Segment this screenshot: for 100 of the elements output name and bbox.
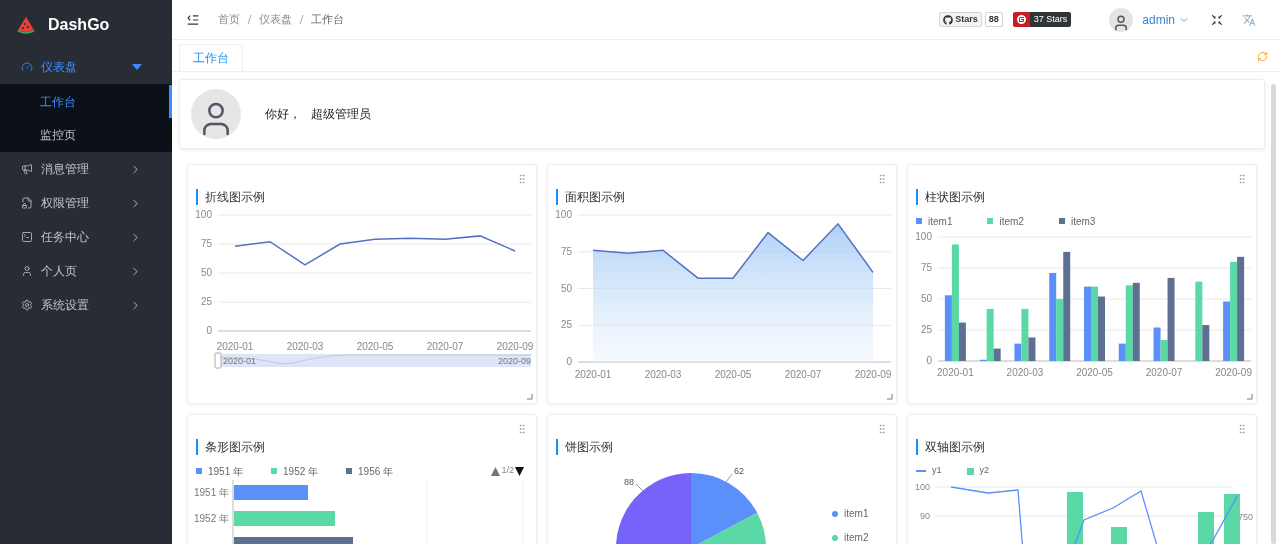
axis-label: 2020-09	[496, 341, 534, 352]
caret-icon	[132, 64, 142, 70]
axis-label: 2020-05	[714, 369, 752, 380]
axis-label: 2020-01	[216, 341, 254, 352]
legend-pager: 1/2	[501, 464, 514, 478]
card-title: 柱状图示例	[916, 189, 1256, 205]
drag-handle-icon[interactable]	[1236, 423, 1248, 435]
sidebar-menu-item[interactable]: 权限管理	[0, 186, 172, 220]
drag-handle-icon[interactable]	[1236, 173, 1248, 185]
bar	[1111, 527, 1127, 544]
page-up-icon[interactable]	[491, 466, 501, 476]
axis-label: 2020-01	[937, 367, 974, 378]
legend-label: item1	[928, 214, 953, 229]
card-title: 条形图示例	[196, 439, 536, 455]
translate-icon[interactable]	[1242, 12, 1256, 27]
settings-icon	[21, 299, 33, 311]
axis-label: 90	[920, 511, 930, 521]
axis-label: 2020-09	[854, 369, 892, 380]
legend-label: item2	[999, 214, 1024, 229]
user-role-text: 超级管理员	[311, 106, 371, 123]
axis-label: 50	[200, 267, 212, 278]
legend-label: item2	[844, 531, 869, 544]
sidebar-menu-item[interactable]: 仪表盘	[0, 50, 172, 84]
sidebar-menu-item[interactable]: 个人页	[0, 254, 172, 288]
breadcrumb-link[interactable]: 工作台	[311, 11, 344, 28]
slice-label: 88	[624, 477, 634, 487]
greeting-text: 你好，	[265, 106, 301, 123]
axis-label: 2020-05	[356, 341, 394, 352]
axis-label: 50	[920, 293, 932, 304]
axis-label: 25	[200, 296, 212, 307]
megaphone-icon	[21, 163, 33, 175]
zoom-end-label: 2020-09	[497, 356, 531, 366]
axis-label: 25	[560, 319, 572, 331]
breadcrumb-link[interactable]: 首页	[218, 11, 240, 28]
legend-label: 1956 年	[358, 464, 394, 479]
page-down-icon[interactable]	[515, 466, 524, 476]
axis-label: 2020-03	[1006, 367, 1044, 378]
resize-handle-icon[interactable]	[887, 394, 893, 400]
drag-handle-icon[interactable]	[516, 423, 528, 435]
axis-label: 2020-07	[784, 369, 822, 380]
resize-handle-icon[interactable]	[527, 394, 533, 400]
slash-separator-icon	[247, 15, 252, 24]
leader-line	[635, 483, 644, 492]
axis-label: 100	[914, 482, 930, 492]
sidebar-menu-item[interactable]: 系统设置	[0, 288, 172, 322]
axis-label: 50	[560, 282, 572, 294]
legend-label: item3	[1070, 214, 1096, 229]
card-title: 折线图示例	[196, 189, 536, 205]
card-title: 面积图示例	[556, 189, 896, 205]
card-title: 双轴图示例	[916, 439, 1256, 455]
user-avatar[interactable]	[1109, 7, 1134, 32]
axis-label: 2020-03	[286, 341, 324, 352]
menu-fold-icon[interactable]	[186, 12, 200, 27]
sidebar-menu-item[interactable]: 消息管理	[0, 152, 172, 186]
stars-count: 37 Stars	[1029, 12, 1072, 27]
card-title: 饼图示例	[556, 439, 896, 455]
legend-label: 1951 年	[208, 464, 244, 479]
stars-label: Stars	[939, 12, 982, 27]
axis-label: 0	[206, 325, 212, 336]
axis-label: 0	[926, 355, 932, 366]
legend-label: item1	[844, 507, 869, 521]
drag-handle-icon[interactable]	[876, 173, 888, 185]
user-menu-button[interactable]: admin	[1142, 10, 1190, 29]
terminal-icon	[21, 231, 33, 243]
zoom-slider-handle[interactable]	[214, 352, 222, 369]
fullscreen-icon[interactable]	[1210, 12, 1224, 27]
bar	[1224, 494, 1240, 544]
user-icon	[21, 265, 33, 277]
axis-label: 75	[560, 245, 572, 257]
gitee-stars-badge[interactable]: 37 Stars	[1012, 12, 1072, 27]
axis-label: 100	[195, 209, 212, 220]
axis-label: 1952 年	[193, 513, 229, 524]
gitee-icon	[1016, 15, 1026, 24]
axis-label: 2020-09	[1215, 367, 1252, 378]
github-icon	[943, 14, 954, 25]
axis-label: 75	[200, 238, 212, 249]
app-name: DashGo	[48, 15, 110, 35]
breadcrumb-link[interactable]: 仪表盘	[259, 11, 292, 28]
gauge-icon	[21, 61, 33, 73]
axis-label: 25	[920, 324, 932, 335]
sidebar-menu-item[interactable]: 任务中心	[0, 220, 172, 254]
stars-count: 88	[984, 12, 1003, 27]
watermelon-logo-icon	[16, 15, 36, 35]
bar	[1198, 512, 1214, 544]
submenu-item[interactable]: 监控页	[0, 118, 172, 151]
axis-label: 2020-07	[1145, 367, 1183, 378]
axis-label: 1951 年	[193, 487, 229, 498]
drag-handle-icon[interactable]	[516, 173, 528, 185]
scrollbar[interactable]	[1271, 84, 1276, 544]
github-stars-badge[interactable]: Stars 88	[939, 12, 1003, 27]
zoom-start-label: 2020-01	[223, 356, 257, 366]
slash-separator-icon	[299, 15, 304, 24]
axis-label: 100	[915, 231, 932, 242]
refresh-icon[interactable]	[1257, 51, 1268, 62]
drag-handle-icon[interactable]	[876, 423, 888, 435]
axis-label: 2020-03	[644, 369, 682, 380]
legend-label: 1952 年	[283, 464, 319, 479]
axis-label: 75	[920, 262, 932, 273]
resize-handle-icon[interactable]	[1247, 394, 1253, 400]
document-lock-icon	[21, 197, 33, 209]
